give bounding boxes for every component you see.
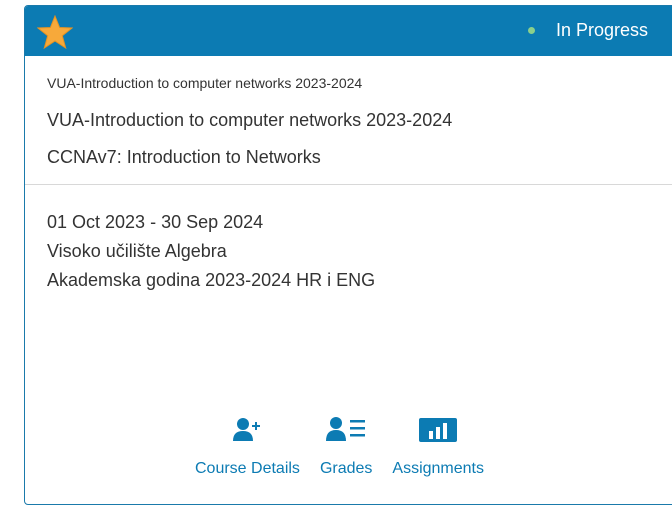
status-label: In Progress bbox=[556, 20, 649, 40]
card-actions: Course Details Grades Assignments bbox=[195, 414, 484, 478]
course-dates: 01 Oct 2023 - 30 Sep 2024 bbox=[47, 212, 264, 232]
academic-term: Akademska godina 2023-2024 HR i ENG bbox=[47, 270, 376, 290]
curriculum-name: CCNAv7: Introduction to Networks bbox=[47, 147, 321, 167]
status-dot-icon bbox=[528, 27, 535, 34]
course-short-title: VUA-Introduction to computer networks 20… bbox=[47, 75, 363, 91]
institution-name: Visoko učilište Algebra bbox=[47, 241, 227, 261]
bar-chart-icon bbox=[419, 414, 458, 442]
card-header: In Progress bbox=[25, 6, 672, 56]
star-icon[interactable] bbox=[36, 14, 74, 50]
course-details-label: Course Details bbox=[195, 460, 300, 477]
user-plus-icon bbox=[232, 414, 262, 442]
course-details-button[interactable]: Course Details bbox=[195, 414, 300, 478]
assignments-label: Assignments bbox=[392, 460, 484, 477]
user-list-icon bbox=[325, 414, 367, 442]
divider bbox=[25, 184, 672, 185]
grades-label: Grades bbox=[319, 460, 373, 477]
course-card: In Progress VUA-Introduction to computer… bbox=[24, 5, 672, 505]
status-indicator: In Progress bbox=[528, 20, 648, 41]
grades-button[interactable]: Grades bbox=[320, 414, 372, 478]
assignments-button[interactable]: Assignments bbox=[392, 414, 484, 478]
course-title: VUA-Introduction to computer networks 20… bbox=[47, 110, 453, 130]
